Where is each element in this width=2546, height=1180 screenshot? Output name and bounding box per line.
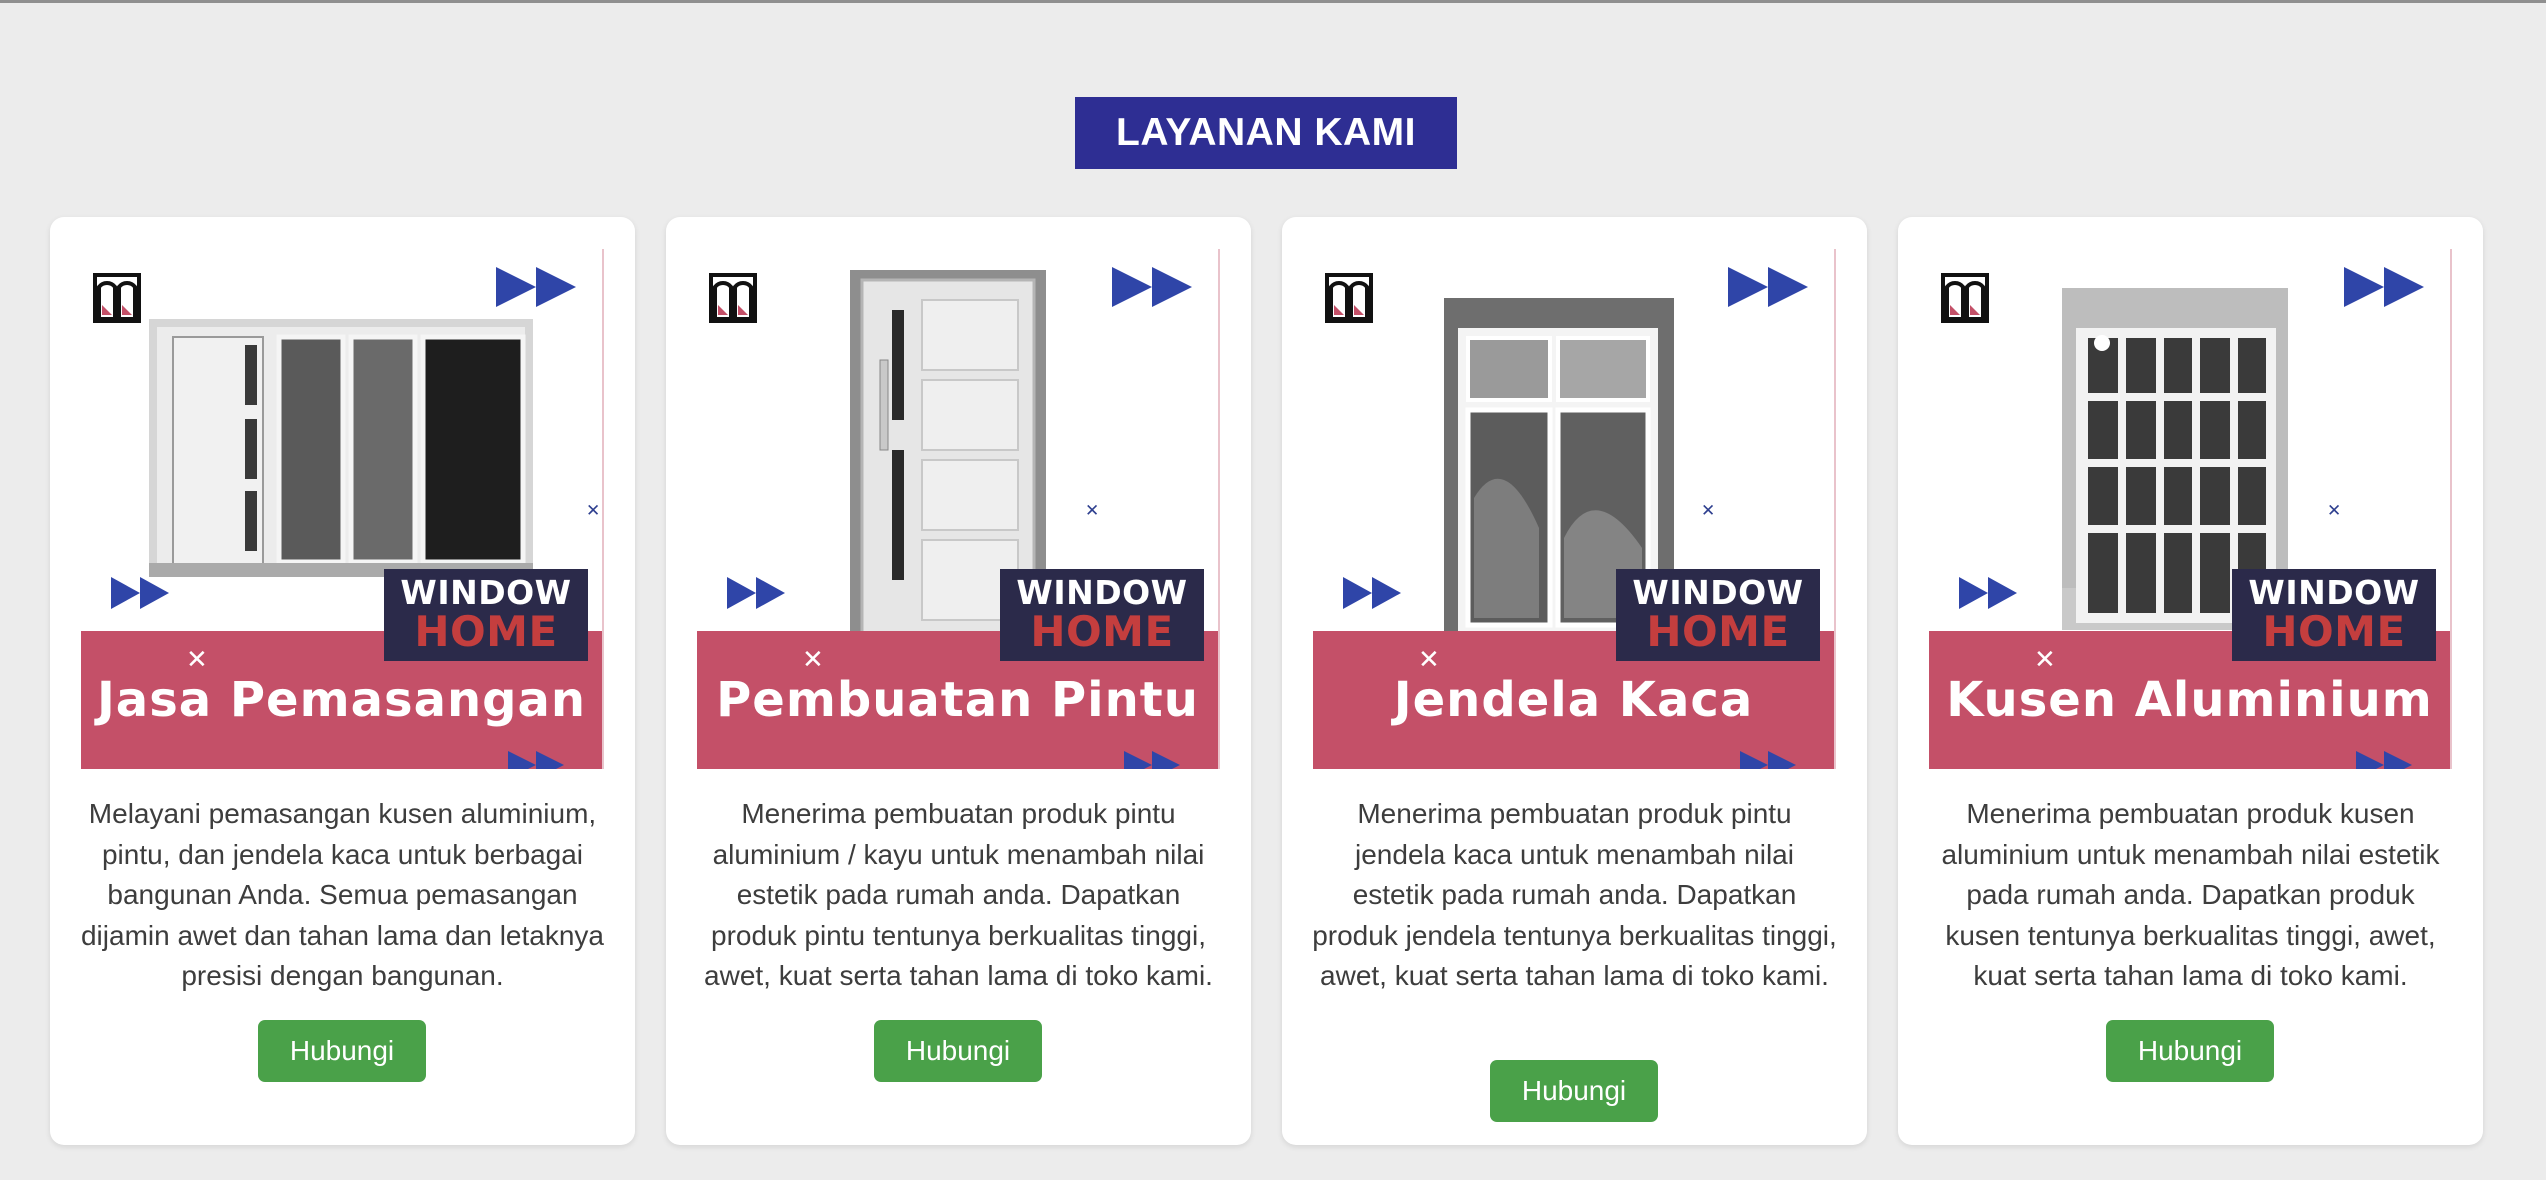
cross-icon: ✕ — [1701, 501, 1716, 521]
double-arrow-icon — [508, 751, 564, 769]
cross-icon: ✕ — [1418, 645, 1440, 675]
cross-icon: ✕ — [2327, 501, 2342, 521]
window-home-logo: WINDOW HOME — [1000, 569, 1204, 661]
window-home-logo: WINDOW HOME — [2232, 569, 2436, 661]
double-arrow-icon — [2356, 751, 2412, 769]
window-logo-icon — [1941, 273, 1989, 323]
contact-button[interactable]: Hubungi — [874, 1020, 1042, 1082]
banner-title: Jendela Kaca — [1393, 672, 1754, 728]
banner-title: Kusen Aluminium — [1946, 672, 2433, 728]
service-description: Menerima pembuatan produk pintu jendela … — [1312, 798, 1837, 991]
window-logo-icon — [93, 273, 141, 323]
top-border — [0, 0, 2546, 3]
section-title: LAYANAN KAMI — [1075, 97, 1457, 169]
service-banner: ✕ ✕ Kusen Aluminium WINDOW HOME — [1929, 249, 2452, 769]
cross-icon: ✕ — [2034, 645, 2056, 675]
service-banner: ✕ ✕ Jasa Pemasangan WINDOW HOME — [81, 249, 604, 769]
service-card-installation: ✕ ✕ Jasa Pemasangan WINDOW HOME Melayani… — [50, 217, 635, 1145]
cross-icon: ✕ — [586, 501, 601, 521]
double-arrow-icon — [727, 577, 785, 609]
double-arrow-icon — [1959, 577, 2017, 609]
service-banner: ✕ ✕ Pembuatan Pintu WINDOW HOME — [697, 249, 1220, 769]
cross-icon: ✕ — [802, 645, 824, 675]
double-arrow-icon — [1728, 267, 1808, 307]
contact-button[interactable]: Hubungi — [1490, 1060, 1658, 1122]
double-arrow-icon — [2344, 267, 2424, 307]
service-card-aluminium-frame: ✕ ✕ Kusen Aluminium WINDOW HOME Menerima… — [1898, 217, 2483, 1145]
contact-button[interactable]: Hubungi — [2106, 1020, 2274, 1082]
service-banner: ✕ ✕ Jendela Kaca WINDOW HOME — [1313, 249, 1836, 769]
double-arrow-icon — [111, 577, 169, 609]
double-arrow-icon — [1740, 751, 1796, 769]
banner-title: Jasa Pemasangan — [96, 672, 587, 728]
banner-title: Pembuatan Pintu — [716, 672, 1199, 728]
window-home-logo: WINDOW HOME — [1616, 569, 1820, 661]
contact-button[interactable]: Hubungi — [258, 1020, 426, 1082]
service-description: Menerima pembuatan produk pintu aluminiu… — [704, 798, 1213, 991]
cross-icon: ✕ — [186, 645, 208, 675]
window-logo-icon — [1325, 273, 1373, 323]
service-description: Melayani pemasangan kusen aluminium, pin… — [80, 798, 604, 991]
double-arrow-icon — [496, 267, 576, 307]
cross-icon: ✕ — [1085, 501, 1100, 521]
service-card-glass-window: ✕ ✕ Jendela Kaca WINDOW HOME Menerima pe… — [1282, 217, 1867, 1145]
window-home-logo: WINDOW HOME — [384, 569, 588, 661]
double-arrow-icon — [1343, 577, 1401, 609]
service-description: Menerima pembuatan produk kusen aluminiu… — [1941, 798, 2440, 991]
double-arrow-icon — [1112, 267, 1192, 307]
service-card-door: ✕ ✕ Pembuatan Pintu WINDOW HOME Menerima… — [666, 217, 1251, 1145]
aluminium-frame-photo — [149, 319, 533, 577]
window-logo-icon — [709, 273, 757, 323]
double-arrow-icon — [1124, 751, 1180, 769]
